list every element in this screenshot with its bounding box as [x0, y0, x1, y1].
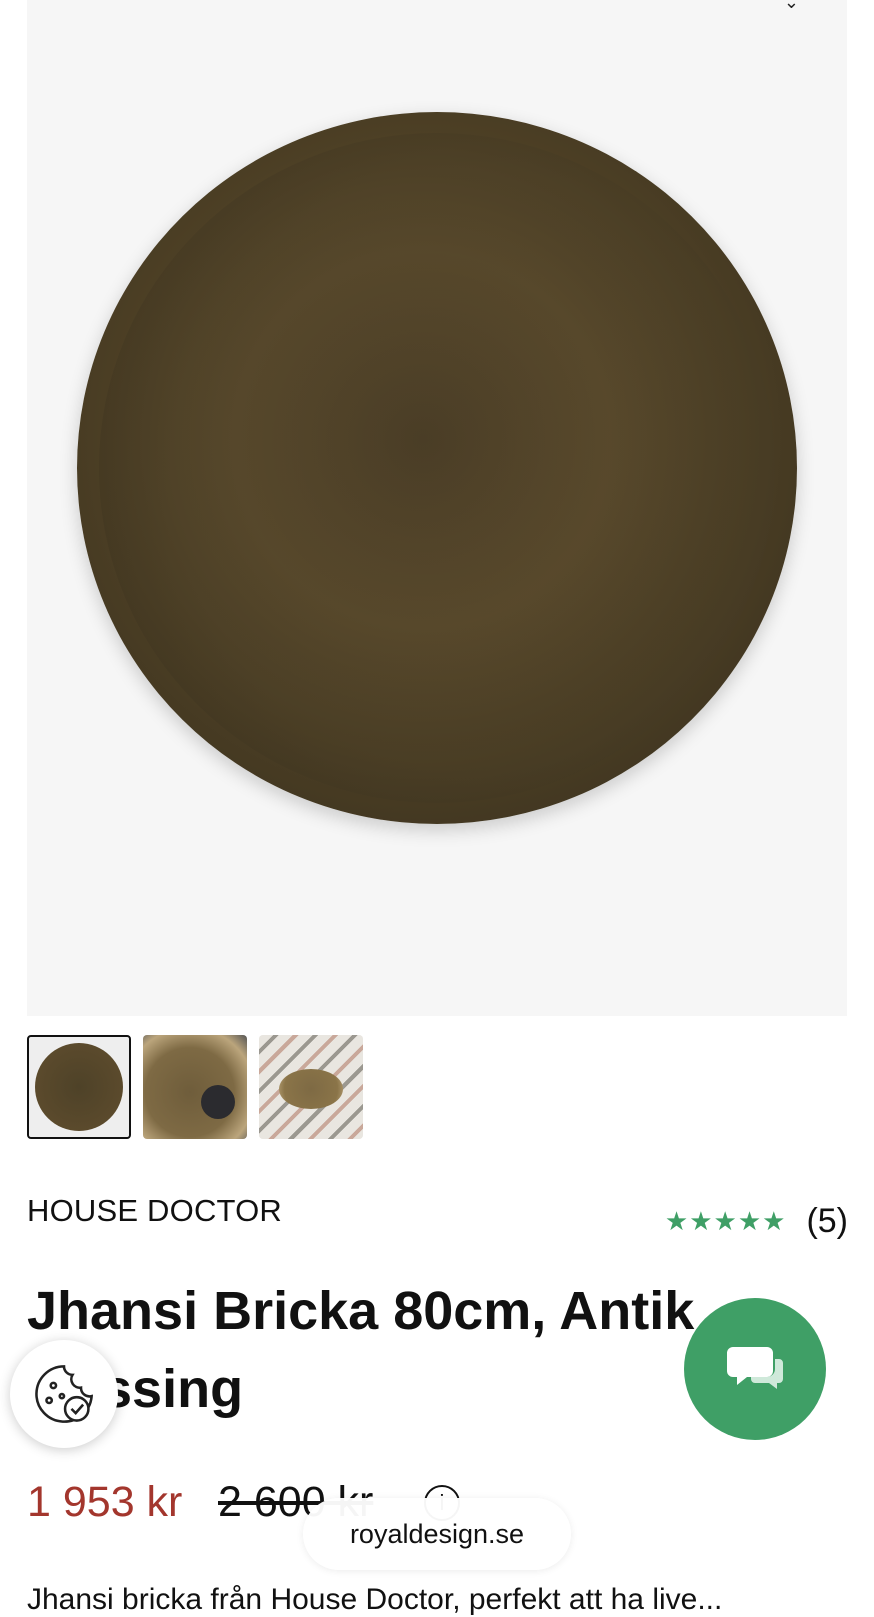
rating-count: (5): [806, 1202, 848, 1240]
rating-stars: ★★★★★: [664, 1206, 787, 1236]
product-description: Jhansi bricka från House Doctor, perfekt…: [27, 1583, 723, 1616]
tray-image: [77, 112, 797, 824]
thumbnail-2[interactable]: [143, 1035, 247, 1139]
chat-button[interactable]: [684, 1298, 826, 1440]
address-bar[interactable]: royaldesign.se: [303, 1498, 571, 1570]
cookie-settings-button[interactable]: [10, 1340, 118, 1448]
url-text: royaldesign.se: [349, 1518, 525, 1549]
current-price: 1 953 kr: [27, 1478, 183, 1526]
chat-icon: [727, 1347, 783, 1389]
thumbnail-strip: [27, 1035, 363, 1139]
brand-name[interactable]: HOUSE DOCTOR: [27, 1193, 282, 1229]
product-rating[interactable]: ★★★★★ (5): [665, 1202, 848, 1241]
product-image[interactable]: ⌄: [27, 0, 847, 1016]
chevron-icon[interactable]: ⌄: [784, 0, 799, 13]
thumbnail-1[interactable]: [27, 1035, 131, 1139]
cookie-icon: [35, 1365, 94, 1423]
product-title: Jhansi Bricka 80cm, Antik Mässing: [27, 1281, 695, 1419]
thumbnail-3[interactable]: [259, 1035, 363, 1139]
